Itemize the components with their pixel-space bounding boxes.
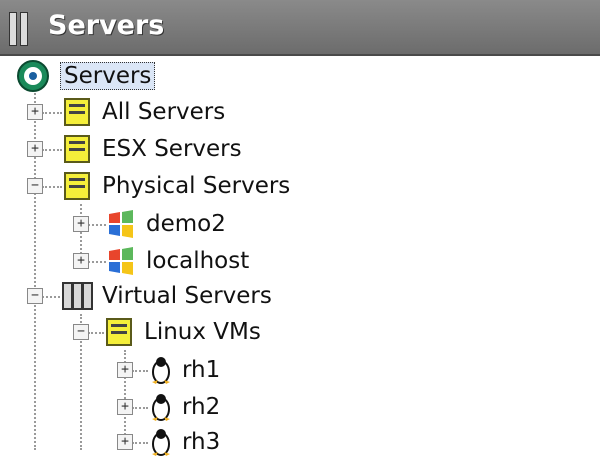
windows-server-icon [109,247,133,275]
panel-titlebar: Servers [0,0,600,56]
tree-node-all-servers[interactable]: All Servers [62,94,225,130]
tree-node-demo2[interactable]: demo2 [106,206,226,242]
tree-node-label: Linux VMs [144,319,261,345]
tree-node-label: Virtual Servers [102,283,272,309]
server-group-icon [64,135,90,163]
expand-toggle[interactable]: + [73,216,89,232]
tree-node-physical-servers[interactable]: Physical Servers [62,168,290,204]
tree-node-label: demo2 [146,211,226,237]
tree-node-label: ESX Servers [102,136,242,162]
server-group-icon [64,172,90,200]
panel-title: Servers [48,10,165,41]
tree-node-rh2[interactable]: rh2 [148,389,220,425]
tree-node-label: rh1 [182,357,221,383]
collapse-toggle[interactable]: − [27,288,43,304]
tree-node-label: rh3 [182,429,221,455]
linux-penguin-icon [152,357,170,384]
tree-node-label: Servers [60,62,156,90]
linux-penguin-icon [152,429,170,456]
tree-node-rh1[interactable]: rh1 [148,352,220,388]
tree-node-servers[interactable]: Servers [16,58,156,94]
tree-node-rh3[interactable]: rh3 [148,424,220,460]
tree-node-virtual-servers[interactable]: Virtual Servers [60,278,272,314]
server-tree: Servers + All Servers + ESX Servers − Ph… [0,56,600,456]
collapse-toggle[interactable]: − [73,324,89,340]
virtual-servers-icon [62,282,93,310]
server-group-icon [64,98,90,126]
tree-node-linux-vms[interactable]: Linux VMs [104,314,261,350]
servers-root-icon [17,60,49,92]
tree-node-label: All Servers [102,99,226,125]
expand-toggle[interactable]: + [117,399,133,415]
panel-grip-icon[interactable] [9,12,31,46]
tree-node-esx-servers[interactable]: ESX Servers [62,131,242,167]
windows-server-icon [109,210,133,238]
expand-toggle[interactable]: + [73,253,89,269]
expand-toggle[interactable]: + [117,362,133,378]
server-group-icon [106,318,132,346]
collapse-toggle[interactable]: − [27,178,43,194]
expand-toggle[interactable]: + [27,141,43,157]
tree-node-label: localhost [146,248,250,274]
expand-toggle[interactable]: + [27,104,43,120]
tree-node-localhost[interactable]: localhost [106,243,249,279]
tree-node-label: Physical Servers [102,173,291,199]
expand-toggle[interactable]: + [117,434,133,450]
tree-node-label: rh2 [182,394,221,420]
linux-penguin-icon [152,394,170,421]
